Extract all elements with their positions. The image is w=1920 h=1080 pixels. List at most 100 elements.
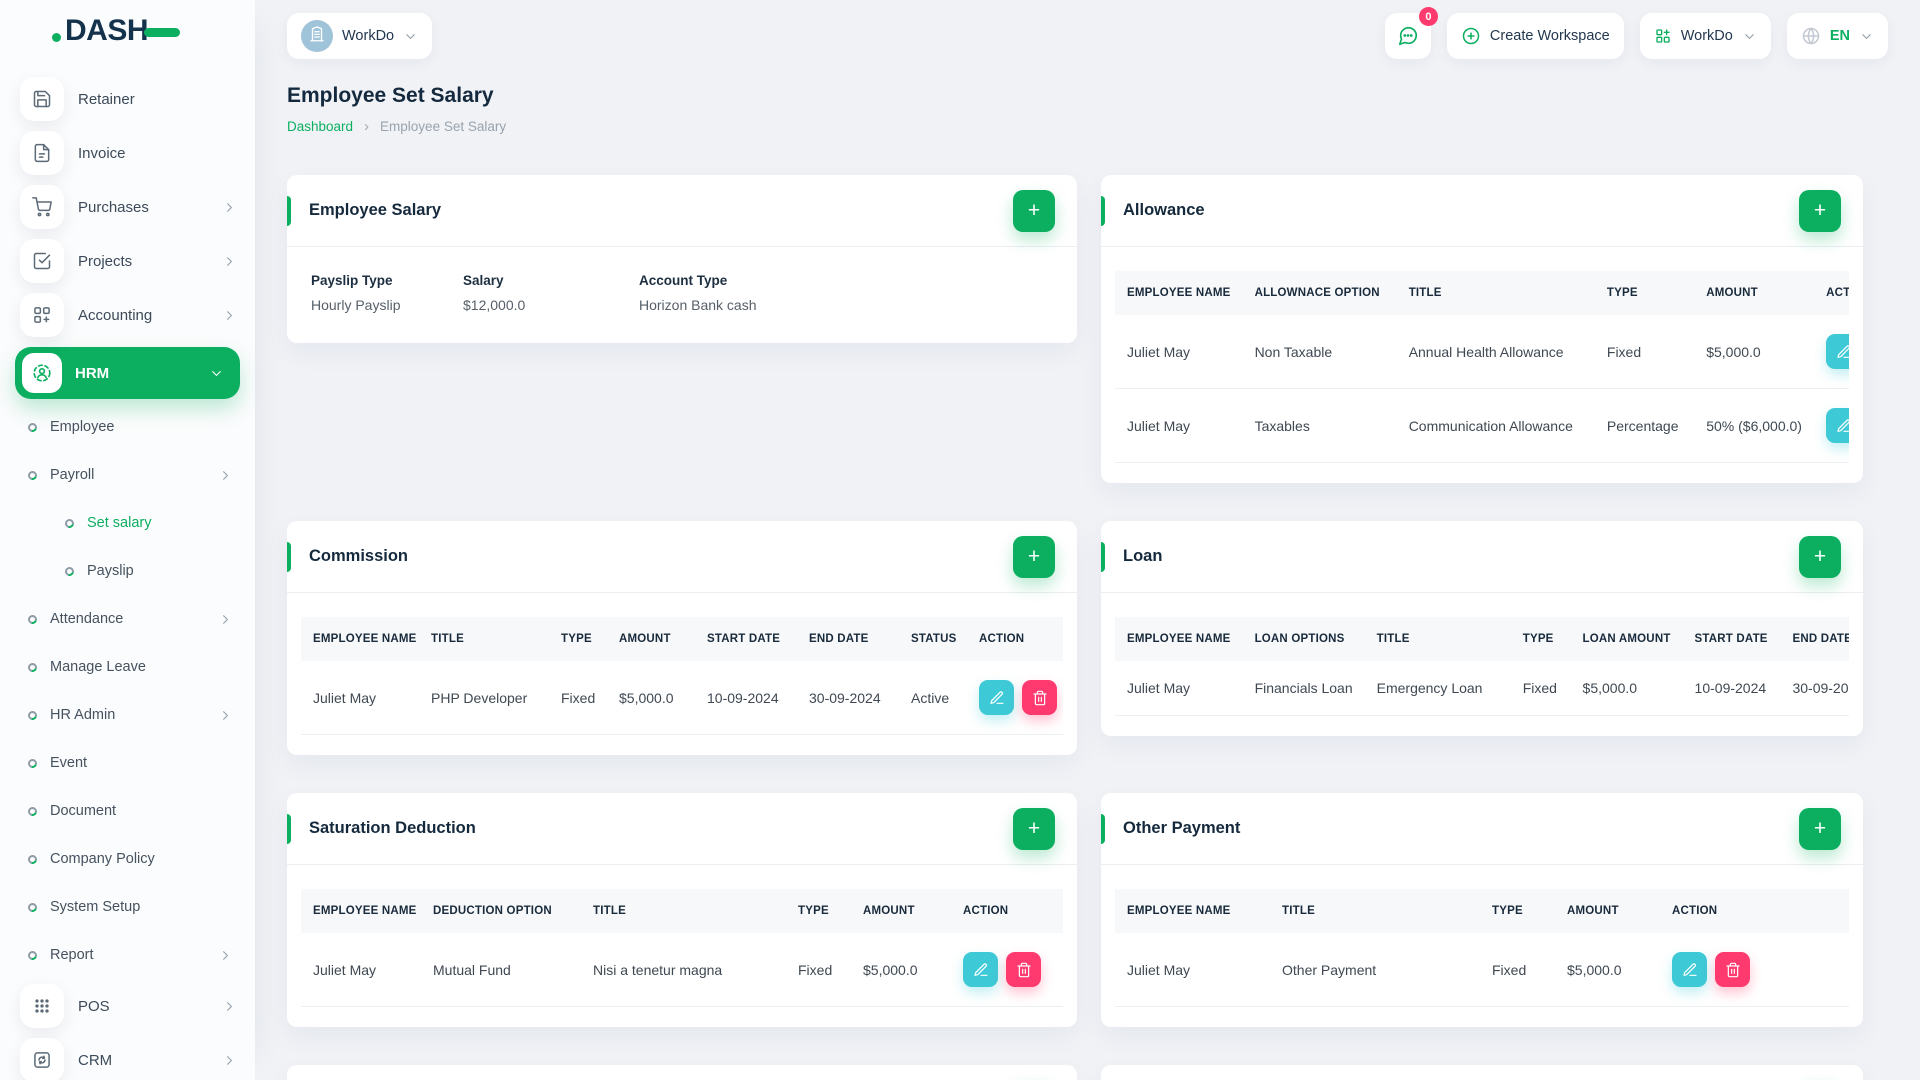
sidebar-item-hr-admin[interactable]: HR Admin — [0, 691, 255, 739]
table-header-row: EMPLOYEE NAME DEDUCTION OPTION TITLE TYPE AM… — [301, 889, 1063, 933]
sidebar-item-retainer[interactable]: Retainer — [0, 72, 255, 126]
chevron-down-icon — [1742, 29, 1757, 44]
sidebar-item-hrm[interactable]: HRM — [15, 347, 240, 399]
delete-button[interactable] — [1006, 952, 1041, 987]
sidebar-item-system-setup[interactable]: System Setup — [0, 883, 255, 931]
sidebar-item-pos[interactable]: POS — [0, 979, 255, 1033]
table-row: Juliet May Mutual Fund Nisi a tenetur magn… — [301, 933, 1063, 1007]
column-header-action: ACTION — [1814, 271, 1849, 315]
delete-button[interactable] — [1022, 680, 1057, 715]
sidebar-item-manage-leave[interactable]: Manage Leave — [0, 643, 255, 691]
delete-button[interactable] — [1715, 952, 1750, 987]
edit-button[interactable] — [979, 680, 1014, 715]
allowance-table: EMPLOYEE NAME ALLOWNACE OPTION TITLE TYPE AM… — [1115, 271, 1849, 463]
sidebar-item-report[interactable]: Report — [0, 931, 255, 979]
add-other-payment-button[interactable]: + — [1799, 807, 1841, 850]
messages-button[interactable]: 0 — [1384, 7, 1438, 59]
other-payment-card: Other Payment + EMPLOYEE NAME TITLE TYPE AM… — [1101, 793, 1863, 1027]
table-cell: Communication Allowance — [1396, 388, 1595, 463]
create-workspace-button[interactable]: Create Workspace — [1446, 13, 1624, 59]
sidebar-item-invoice[interactable]: Invoice — [0, 126, 255, 180]
sidebar-item-projects[interactable]: Projects — [0, 234, 255, 288]
app-logo[interactable]: DASH — [0, 0, 255, 62]
table-cell: Fixed — [786, 933, 851, 1007]
table-header-row: EMPLOYEE NAME TITLE TYPE AMOUNT ACTION — [1115, 889, 1849, 933]
logo-dot-icon — [52, 32, 61, 42]
sidebar-item-label: Company Policy — [50, 851, 155, 867]
column-header-employee-name: EMPLOYEE NAME — [301, 889, 421, 933]
sidebar-item-label: POS — [78, 997, 110, 1015]
table-cell: 30-09-2024 — [1780, 661, 1849, 716]
add-loan-button[interactable]: + — [1799, 535, 1841, 578]
table-cell: Fixed — [1480, 933, 1555, 1007]
sidebar-item-payslip[interactable]: Payslip — [0, 547, 255, 595]
column-header-deduction-option: DEDUCTION OPTION — [421, 889, 581, 933]
pencil-icon — [1836, 344, 1849, 360]
table-cell: PHP Developer — [419, 661, 549, 735]
sidebar-item-attendance[interactable]: Attendance — [0, 595, 255, 643]
building-icon — [308, 25, 326, 47]
sidebar-nav: Retainer Invoice Purchases Projects Accounti… — [0, 72, 255, 1080]
logo-text: DASH — [65, 14, 149, 47]
table-cell: Fixed — [1594, 315, 1695, 389]
sidebar-item-event[interactable]: Event — [0, 739, 255, 787]
column-header-type: TYPE — [549, 617, 607, 661]
header-accent-bar — [1101, 196, 1105, 226]
breadcrumb-dashboard-link[interactable]: Dashboard — [287, 119, 353, 134]
column-header-type: TYPE — [1594, 271, 1695, 315]
sidebar-item-set-salary[interactable]: Set salary — [0, 499, 255, 547]
sidebar-item-payroll[interactable]: Payroll — [0, 451, 255, 499]
edit-button[interactable] — [1672, 952, 1707, 987]
edit-button[interactable] — [1826, 408, 1849, 443]
sidebar-item-employee[interactable]: Employee — [0, 403, 255, 451]
workspace-avatar — [301, 20, 333, 52]
saturation-deduction-table: EMPLOYEE NAME DEDUCTION OPTION TITLE TYPE AM… — [301, 889, 1063, 1007]
table-cell: Juliet May — [1115, 661, 1243, 716]
chevron-right-icon — [218, 468, 233, 483]
chevron-right-icon — [222, 254, 237, 269]
workspace-menu-button[interactable]: WorkDo — [1639, 13, 1771, 59]
payslip-type-field: Payslip Type Hourly Payslip — [311, 273, 463, 313]
column-header-amount: AMOUNT — [607, 617, 695, 661]
table-cell: Financials Loan — [1242, 661, 1365, 716]
pos-icon — [20, 984, 64, 1028]
sidebar-item-label: Attendance — [50, 611, 124, 627]
column-header-title: TITLE — [1270, 889, 1480, 933]
language-selector[interactable]: EN — [1786, 13, 1888, 59]
table-cell: 10-09-2024 — [1682, 661, 1781, 716]
edit-button[interactable] — [1826, 334, 1849, 369]
table-cell: Mutual Fund — [421, 933, 581, 1007]
sidebar-item-company-policy[interactable]: Company Policy — [0, 835, 255, 883]
card-header: Company Contribution + — [1101, 1065, 1863, 1080]
workspace-menu-label: WorkDo — [1680, 28, 1733, 44]
table-cell: Emergency Loan — [1364, 661, 1511, 716]
header-accent-bar — [287, 542, 291, 572]
card-title: Allowance — [1123, 201, 1205, 219]
sidebar-item-crm[interactable]: CRM — [0, 1033, 255, 1080]
column-header-start-date: START DATE — [695, 617, 797, 661]
table-row: Juliet May Taxables Communication Allowanc… — [1115, 388, 1849, 463]
table-cell: $5,000.0 — [851, 933, 951, 1007]
workspace-selector[interactable]: WorkDo — [287, 13, 433, 59]
sidebar-item-document[interactable]: Document — [0, 787, 255, 835]
card-header: Employee Salary + — [287, 175, 1077, 247]
add-employee-salary-button[interactable]: + — [1013, 189, 1055, 232]
card-header: Overtime + — [287, 1065, 1077, 1080]
add-allowance-button[interactable]: + — [1799, 189, 1841, 232]
logo-bar-icon — [144, 27, 181, 37]
add-commission-button[interactable]: + — [1013, 535, 1055, 578]
edit-button[interactable] — [963, 952, 998, 987]
table-cell: Percentage — [1594, 388, 1695, 463]
column-header-title: TITLE — [581, 889, 786, 933]
sidebar-item-label: Report — [50, 947, 94, 963]
sidebar-item-accounting[interactable]: Accounting — [0, 288, 255, 342]
chat-icon — [1397, 25, 1419, 47]
table-row: Juliet May PHP Developer Fixed $5,000.0 10-0… — [301, 661, 1063, 735]
card-title: Loan — [1123, 547, 1163, 565]
save-icon — [20, 77, 64, 121]
table-row: Juliet May Financials Loan Emergency Loan F… — [1115, 661, 1849, 716]
add-saturation-deduction-button[interactable]: + — [1013, 807, 1055, 850]
action-cell — [967, 661, 1063, 735]
bullet-ring-icon — [26, 468, 39, 482]
sidebar-item-purchases[interactable]: Purchases — [0, 180, 255, 234]
